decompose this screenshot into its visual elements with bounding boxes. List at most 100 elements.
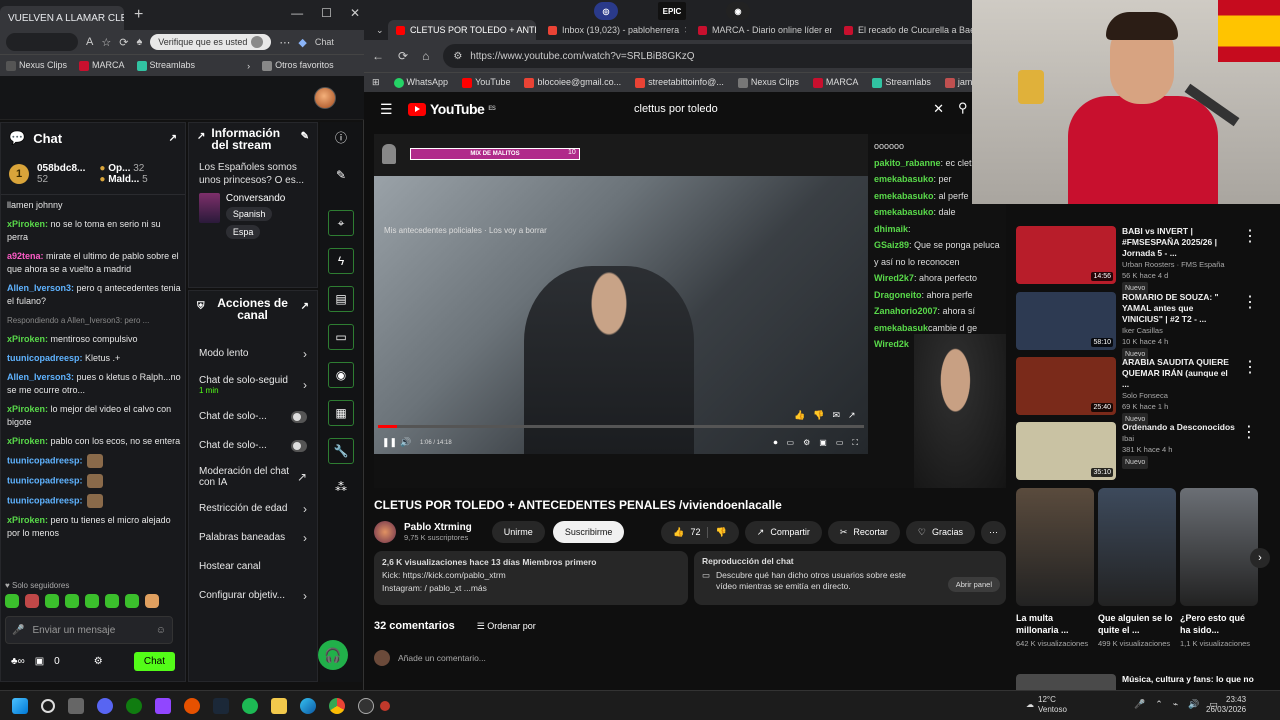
- info-icon[interactable]: ⓘ: [328, 124, 354, 150]
- epic-icon[interactable]: EPIC: [658, 2, 686, 20]
- tab-marca[interactable]: MARCA - Diario online líder en✕: [690, 20, 832, 40]
- youtube-logo[interactable]: YouTube ES: [408, 101, 496, 117]
- volume-icon[interactable]: 🔊: [400, 437, 411, 448]
- read-aloud-icon[interactable]: A: [86, 36, 93, 48]
- chat-username[interactable]: a92tena:: [7, 251, 44, 261]
- recommendation-item[interactable]: 14:56 BABI vs INVERT | #FMSESPAÑA 2025/26…: [1016, 226, 1258, 295]
- sort-button[interactable]: ☰ Ordenar por: [477, 621, 536, 632]
- autoplay-icon[interactable]: ⏺: [774, 438, 778, 448]
- progress-bar[interactable]: [378, 425, 864, 428]
- target-icon[interactable]: ⌖: [328, 210, 354, 236]
- points-icon[interactable]: ▣: [35, 656, 44, 667]
- wrench-icon[interactable]: 🔧: [328, 438, 354, 464]
- settings-icon[interactable]: ⚙: [803, 438, 810, 448]
- url-field[interactable]: [6, 33, 78, 51]
- leader-1[interactable]: 058bdc8... 52: [37, 163, 85, 185]
- dislike-icon[interactable]: 👎: [813, 410, 824, 421]
- chat-username[interactable]: tuunicopadreesp:: [7, 495, 83, 505]
- clip-button[interactable]: ✂ Recortar: [827, 520, 900, 544]
- more-icon[interactable]: ⋮: [1242, 292, 1258, 352]
- document-icon[interactable]: ▤: [328, 286, 354, 312]
- clock[interactable]: 23:43 26/03/2026: [1206, 695, 1246, 715]
- left-browser-tab[interactable]: VUELVEN A LLAMAR CLETUS A ✕: [0, 6, 124, 30]
- popout-icon[interactable]: ↗: [301, 301, 309, 313]
- chat-username[interactable]: xPiroken:: [7, 219, 48, 229]
- bookmark-gmail-2[interactable]: streetabittoinfo@...: [635, 77, 724, 88]
- refresh-icon[interactable]: ⟳: [398, 49, 408, 63]
- video-description[interactable]: 2,6 K visualizaciones hace 13 días Miemb…: [374, 551, 688, 605]
- chat-username[interactable]: tuunicopadreesp:: [7, 353, 83, 363]
- emoji-icon[interactable]: ☺: [156, 625, 166, 636]
- popout-icon[interactable]: ↗: [169, 133, 177, 144]
- add-comment-input[interactable]: Añade un comentario...: [374, 650, 486, 666]
- bookmark-apps-icon[interactable]: ⊞: [372, 77, 380, 88]
- shorts-next-icon[interactable]: ›: [1250, 548, 1270, 568]
- bookmark-whatsapp[interactable]: WhatsApp: [393, 77, 448, 88]
- more-actions-icon[interactable]: ⋯: [981, 520, 1006, 544]
- action-item[interactable]: Chat de solo-seguid 1 min ›: [189, 368, 317, 402]
- short-item[interactable]: Que alguien se lo quite el ... 499 K visu…: [1098, 488, 1176, 650]
- bookmark-streamlabs[interactable]: Streamlabs: [872, 77, 931, 88]
- short-item[interactable]: ¿Pero esto qué ha sido... 1,1 K visualiza…: [1180, 488, 1258, 650]
- tab-cucurella[interactable]: El recado de Cucurella a Baena: [836, 20, 972, 40]
- chat-username[interactable]: tuunicopadreesp:: [7, 455, 83, 465]
- channel-name[interactable]: Pablo Xtrming: [404, 522, 472, 533]
- chevron-right-icon[interactable]: ›: [247, 61, 250, 71]
- chat-username[interactable]: xPiroken:: [7, 334, 48, 344]
- copilot-label[interactable]: Chat: [315, 37, 334, 47]
- bookmark-streamlabs[interactable]: Streamlabs: [136, 60, 195, 71]
- category-thumbnail[interactable]: [199, 193, 220, 223]
- tab-youtube[interactable]: CLETUS POR TOLEDO + ANTECE✕: [388, 20, 536, 40]
- chat-username[interactable]: xPiroken:: [7, 404, 48, 414]
- copilot-icon[interactable]: ◆: [298, 36, 306, 49]
- category-name[interactable]: Conversando: [226, 193, 307, 204]
- steam-icon[interactable]: [213, 697, 229, 714]
- like-icon[interactable]: 👍: [794, 410, 805, 421]
- home-icon[interactable]: ⌂: [422, 49, 429, 63]
- refresh-icon[interactable]: ⟳: [119, 36, 128, 49]
- open-panel-button[interactable]: Abrir panel: [947, 577, 1000, 592]
- more-icon[interactable]: ⋮: [1241, 422, 1257, 482]
- weather-widget[interactable]: ☁ 12°C Ventoso: [1026, 695, 1067, 715]
- message-input[interactable]: 🎤 Enviar un mensaje ☺: [5, 616, 173, 644]
- thanks-button[interactable]: ♡ Gracias: [905, 520, 975, 544]
- subtitles-icon[interactable]: ▭: [787, 438, 795, 448]
- apps-icon[interactable]: ⁂: [328, 474, 354, 500]
- mic-icon[interactable]: 🎤: [12, 625, 24, 636]
- share-icon[interactable]: ↗: [848, 410, 856, 421]
- site-info-icon[interactable]: ⚙: [453, 51, 462, 62]
- more-icon[interactable]: ⋮: [1242, 226, 1258, 286]
- chat-username[interactable]: Allen_Iverson3:: [7, 283, 74, 293]
- bookmark-marca[interactable]: MARCA: [812, 77, 858, 88]
- edit-icon[interactable]: ✎: [301, 131, 309, 143]
- support-icon[interactable]: 🎧: [318, 640, 348, 670]
- bookmark-marca[interactable]: MARCA: [79, 60, 125, 71]
- action-item[interactable]: Restricción de edad ›: [189, 494, 317, 523]
- like-button[interactable]: 👍 72 👎: [661, 520, 739, 544]
- bookmark-others[interactable]: Otros favoritos: [262, 60, 334, 71]
- short-item[interactable]: La multa millonaria ... 642 K visualizaci…: [1016, 488, 1094, 650]
- search-icon[interactable]: ⚲: [958, 100, 968, 116]
- recommendation-item[interactable]: 35:10 Ordenando a Desconocidos Ibai 381 K h…: [1016, 422, 1258, 482]
- join-button[interactable]: Unirme: [491, 521, 545, 543]
- miniplayer-icon[interactable]: ▣: [819, 438, 827, 448]
- url-field[interactable]: ⚙ https://www.youtube.com/watch?v=SRLBiB…: [443, 44, 984, 68]
- action-item[interactable]: Chat de solo-...: [189, 431, 317, 460]
- storage-icon[interactable]: ▦: [328, 400, 354, 426]
- spotify-icon[interactable]: [242, 697, 258, 714]
- action-item[interactable]: Palabras baneadas ›: [189, 523, 317, 552]
- close-window-icon[interactable]: ✕: [350, 6, 360, 20]
- chat-username[interactable]: Allen_Iverson3:: [7, 372, 74, 382]
- pause-icon[interactable]: ❚❚: [382, 437, 397, 448]
- chat-username[interactable]: tuunicopadreesp:: [7, 475, 83, 485]
- bookmark-nexus[interactable]: Nexus Clips: [737, 77, 799, 88]
- obs-icon[interactable]: ◉: [726, 2, 750, 20]
- action-item[interactable]: Moderación del chat con IA ↗: [189, 460, 317, 494]
- action-item[interactable]: Hostear canal: [189, 552, 317, 581]
- action-item[interactable]: Chat de solo-...: [189, 402, 317, 431]
- xbox-icon[interactable]: [126, 697, 142, 714]
- profile-pill[interactable]: Verifique que es usted: [150, 34, 272, 50]
- leader-2[interactable]: ● Op... 32 ● Mald... 5: [99, 163, 147, 185]
- more-icon[interactable]: ⋮: [1242, 357, 1258, 417]
- discord-icon[interactable]: [97, 697, 113, 714]
